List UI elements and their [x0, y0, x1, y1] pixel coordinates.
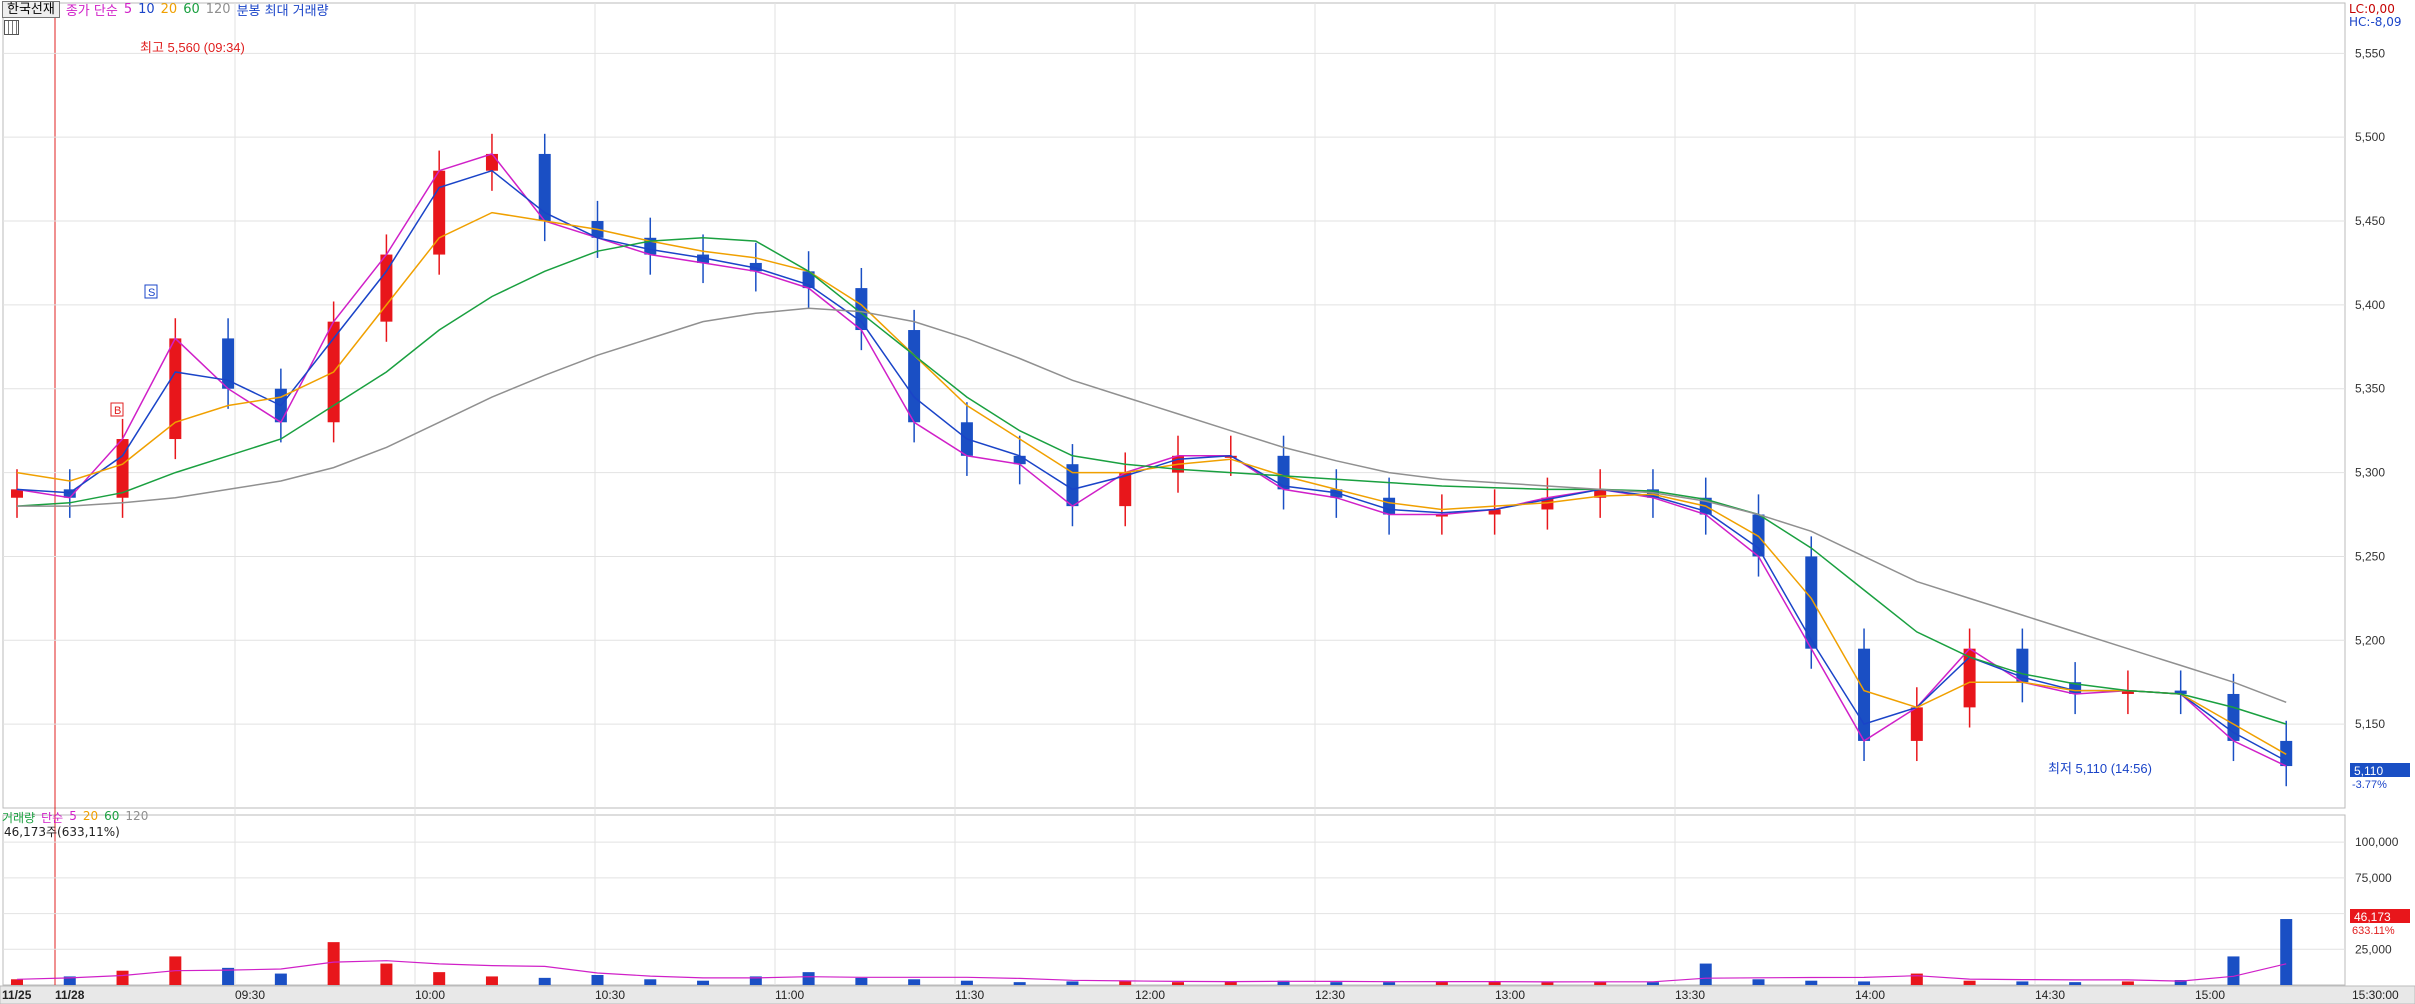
ma120-label[interactable]: 120 [206, 2, 231, 17]
volume-bar [697, 980, 710, 985]
symbol-button[interactable]: 한국선재 [2, 0, 60, 18]
candle-up [169, 338, 182, 440]
volume-bar [960, 980, 973, 985]
volume-bar [1066, 981, 1079, 985]
time-tick-label: 11:00 [775, 988, 804, 1002]
candle-down [1805, 556, 1818, 649]
current-change-label: -3.77% [2352, 779, 2387, 791]
chart-toolbar: 한국선재 종가 단순 5 10 20 60 120 분봉 최대 거래량 [0, 0, 329, 19]
time-tick-label: 10:30 [595, 988, 625, 1002]
time-tick-label: 14:00 [1855, 988, 1885, 1002]
ma10-label[interactable]: 10 [138, 2, 155, 17]
price-tick-label: 5,150 [2355, 717, 2385, 731]
candle-down [908, 330, 921, 423]
volume-bar [274, 973, 287, 985]
time-tick-label: 15:00 [2195, 988, 2225, 1002]
volume-bar [1752, 979, 1765, 985]
volume-tick-label: 75,000 [2355, 871, 2392, 885]
time-tick-label: 09:30 [235, 988, 265, 1002]
volume-bar [1330, 982, 1343, 985]
current-ratio-label: 633.11% [2352, 925, 2395, 937]
volume-bar [1541, 982, 1554, 985]
volume-bar [2069, 982, 2082, 985]
current-volume-label: 46,173 [2354, 910, 2391, 924]
price-tick-label: 5,400 [2355, 298, 2385, 312]
volume-bar [116, 970, 129, 985]
volume-bar [538, 977, 551, 985]
ma5-label[interactable]: 5 [124, 2, 132, 17]
volume-bar [485, 976, 498, 985]
time-tick-label: 10:00 [415, 988, 445, 1002]
price-panel [2, 2, 2346, 809]
volume-bar [1013, 982, 1026, 985]
volume-bar [1172, 982, 1184, 985]
ma20-label[interactable]: 20 [161, 2, 178, 17]
time-tick-label: 13:00 [1495, 988, 1525, 1002]
time-tick-label: 15:30:00 [2352, 988, 2399, 1002]
hc-readout: HC:-8,09 [2349, 15, 2402, 29]
time-tick-label: 12:00 [1135, 988, 1165, 1002]
price-tick-label: 5,500 [2355, 130, 2385, 144]
volume-bar [1805, 980, 1818, 985]
time-tick-label: 12:30 [1315, 988, 1345, 1002]
volume-tick-label: 25,000 [2355, 942, 2392, 956]
candle-up [485, 153, 498, 171]
current-price-label: 5,110 [2354, 764, 2383, 778]
ma60-label[interactable]: 60 [183, 2, 200, 17]
volume-bar [1646, 982, 1659, 985]
volume-panel [2, 814, 2346, 986]
volume-bar [802, 972, 815, 985]
price-tick-label: 5,550 [2355, 46, 2385, 60]
grid-icon[interactable] [4, 20, 19, 35]
price-tick-label: 5,300 [2355, 466, 2385, 480]
sell-marker: S [148, 287, 155, 299]
extra-settings-label[interactable]: 분봉 최대 거래량 [237, 0, 329, 19]
volume-bar [2227, 956, 2240, 985]
high-annotation: 최고 5,560 (09:34) [140, 40, 245, 55]
candle-down [538, 153, 551, 222]
volume-ma120-label[interactable]: 120 [125, 809, 148, 826]
candle-down [222, 338, 235, 389]
candle-down [2227, 693, 2240, 741]
time-tick-label: 13:30 [1675, 988, 1705, 1002]
low-annotation: 최저 5,110 (14:56) [2048, 761, 2152, 776]
candle-up [1910, 707, 1923, 741]
time-tick-label: 14:30 [2035, 988, 2065, 1002]
volume-info: 46,173주(633,11%) [4, 825, 120, 839]
time-tick-label: 11/25 [2, 988, 32, 1002]
volume-bar [1383, 982, 1396, 985]
candle-down [1858, 648, 1871, 741]
volume-bar [2016, 981, 2029, 985]
volume-bar [2121, 981, 2134, 985]
volume-bar [1699, 963, 1712, 985]
volume-bar [1963, 980, 1976, 985]
volume-bar [591, 975, 604, 985]
volume-bar [908, 979, 921, 985]
time-tick-label: 11:30 [955, 988, 984, 1002]
volume-tick-label: 100,000 [2355, 835, 2399, 849]
price-tick-label: 5,250 [2355, 549, 2385, 563]
volume-bar [855, 977, 868, 985]
time-tick-label: 11/28 [55, 988, 85, 1002]
volume-bar [644, 979, 657, 985]
chart-canvas: 5,150 5,200 5,250 5,300 5,350 5,400 5,450 5,500… [0, 2, 2415, 1004]
lc-readout: LC:0,00 [2349, 2, 2395, 16]
volume-bar [380, 963, 393, 985]
volume-bar [433, 972, 446, 985]
price-tick-label: 5,200 [2355, 633, 2385, 647]
volume-bar [1858, 981, 1871, 985]
candle-down [1383, 497, 1396, 515]
volume-bar [327, 942, 340, 985]
price-tick-label: 5,350 [2355, 382, 2385, 396]
buy-marker: B [114, 405, 121, 417]
volume-bar [11, 979, 23, 985]
price-tick-label: 5,450 [2355, 214, 2385, 228]
ma-type-label[interactable]: 종가 단순 [66, 0, 118, 19]
volume-bar [2280, 919, 2293, 985]
